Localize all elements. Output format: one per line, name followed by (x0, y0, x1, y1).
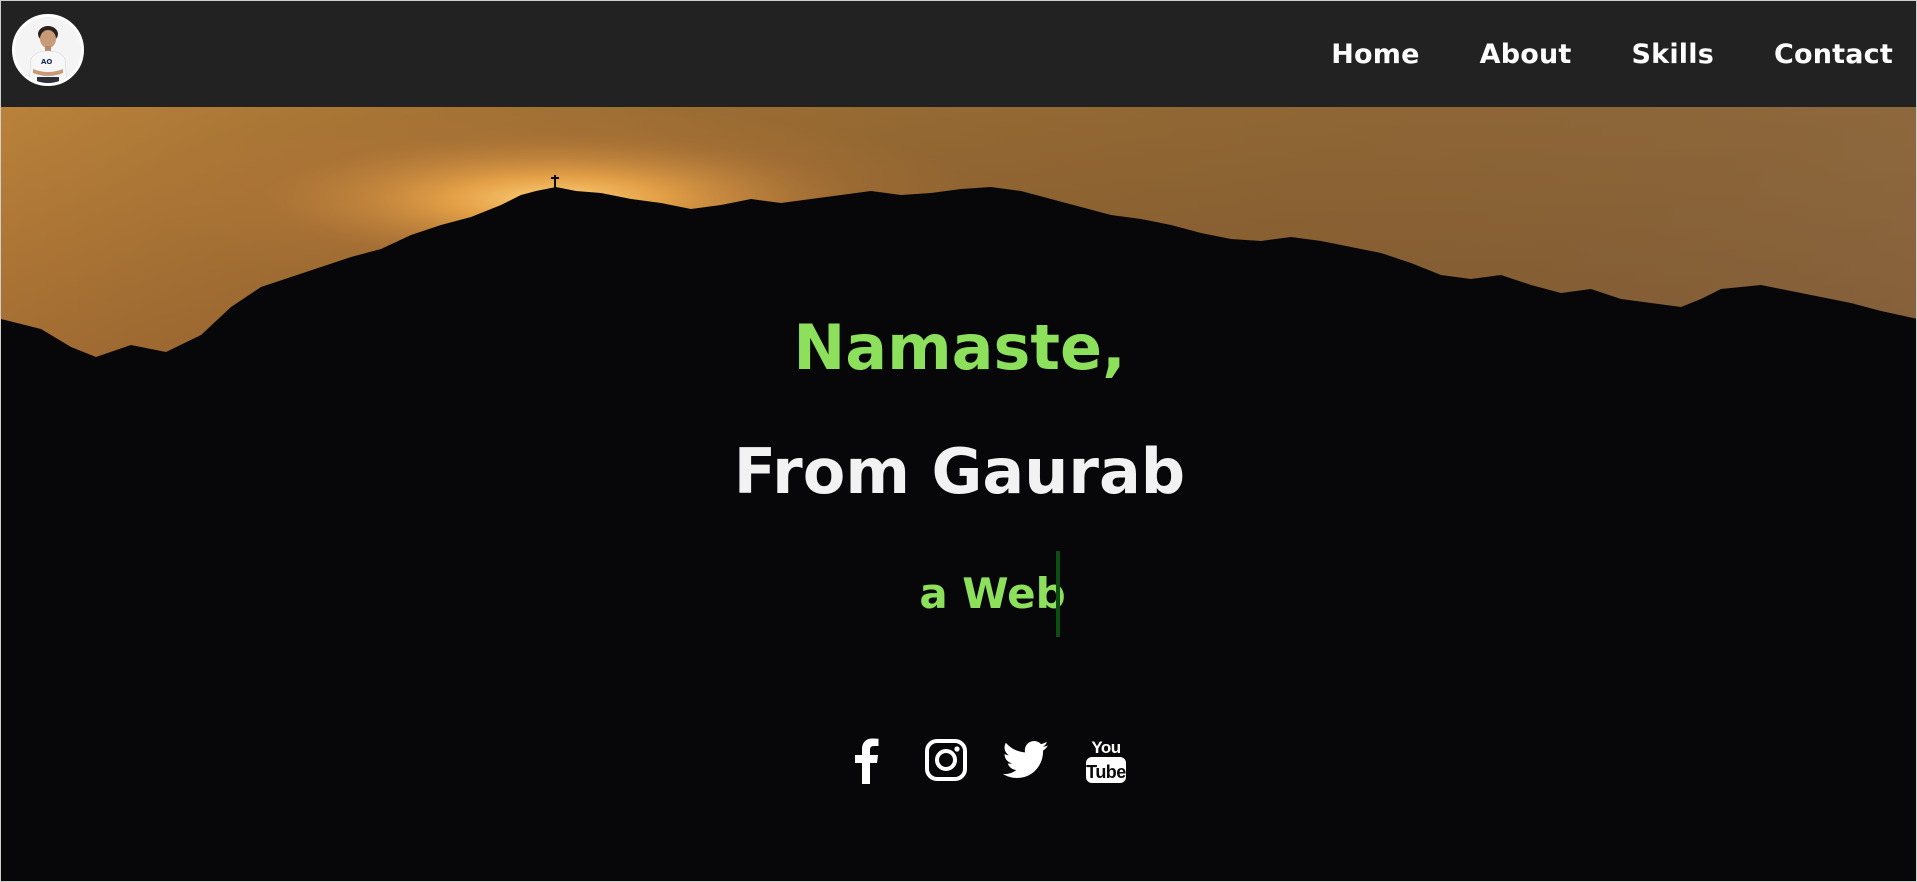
youtube-icon: You Tube (1085, 738, 1126, 783)
avatar[interactable]: AO (12, 14, 84, 86)
nav-links: Home About Skills Contact (1331, 1, 1893, 107)
greeting-text: Namaste, (793, 311, 1126, 384)
hero-section: Namaste, From Gaurab a Web You Tube (1, 107, 1916, 881)
svg-text:AO: AO (41, 58, 52, 66)
svg-text:You: You (1091, 738, 1120, 757)
profile-photo-icon: AO (15, 17, 81, 83)
nav-contact-link[interactable]: Contact (1774, 39, 1893, 70)
nav-skills-link[interactable]: Skills (1632, 39, 1714, 70)
instagram-link[interactable] (923, 733, 969, 787)
facebook-link[interactable] (843, 733, 889, 787)
hero-content: Namaste, From Gaurab a Web You Tube (1, 107, 1916, 881)
page: AO Home About Skills Contact Namaste, Fr… (0, 0, 1917, 882)
instagram-icon (924, 739, 967, 781)
facebook-icon (854, 738, 878, 784)
typing-text: a Web (919, 569, 1066, 618)
typing-line: a Web (1, 551, 1916, 637)
nav-home-link[interactable]: Home (1331, 39, 1419, 70)
navbar: AO Home About Skills Contact (1, 1, 1916, 107)
hero-greeting: Namaste, (1, 317, 1916, 379)
social-links: You Tube (1, 733, 1916, 787)
nav-about-link[interactable]: About (1480, 39, 1572, 70)
twitter-link[interactable] (1002, 733, 1049, 787)
youtube-link[interactable]: You Tube (1083, 733, 1129, 787)
hero-name: From Gaurab (733, 435, 1186, 508)
typing-caret (1055, 551, 1060, 637)
twitter-icon (1002, 741, 1048, 779)
svg-text:Tube: Tube (1086, 762, 1126, 782)
